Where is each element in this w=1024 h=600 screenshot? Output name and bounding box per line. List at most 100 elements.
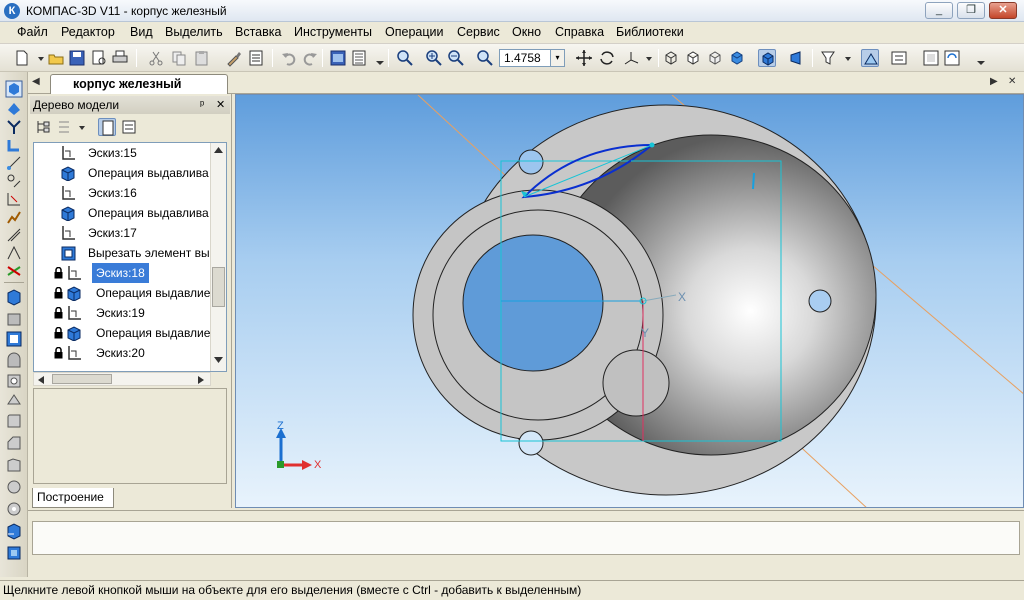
pan-icon[interactable] — [575, 49, 593, 67]
rotate-icon[interactable] — [598, 49, 616, 67]
bolt-hole[interactable] — [808, 289, 832, 313]
bolt-hole[interactable] — [518, 430, 544, 456]
menu-operations[interactable]: Операции — [385, 25, 443, 39]
shaded-icon[interactable] — [728, 49, 746, 67]
tree-item-selected[interactable]: Эскиз:18 — [34, 263, 210, 283]
menu-view[interactable]: Вид — [130, 25, 153, 39]
perspective-icon[interactable] — [788, 49, 806, 67]
hidden-lines-icon[interactable] — [684, 49, 702, 67]
thin-hidden-icon[interactable] — [706, 49, 724, 67]
constraints-icon[interactable] — [5, 262, 23, 280]
shaded-edges-icon[interactable] — [758, 49, 776, 67]
zoom-out-icon[interactable] — [447, 49, 465, 67]
menu-select[interactable]: Выделить — [165, 25, 223, 39]
small-boss[interactable] — [602, 349, 670, 417]
tree-order-dropdown-icon[interactable] — [74, 118, 92, 136]
tree-view-icon[interactable] — [98, 118, 116, 136]
scroll-down-icon[interactable] — [214, 357, 223, 363]
tree-item[interactable]: Операция выдавлие — [34, 323, 210, 343]
menu-insert[interactable]: Вставка — [235, 25, 281, 39]
tree-item[interactable]: Операция выдавлие — [34, 283, 210, 303]
kinematic-operation-icon[interactable] — [5, 330, 23, 348]
properties-brush-icon[interactable] — [225, 49, 243, 67]
tree-order-icon[interactable] — [56, 118, 74, 136]
property-panel-content[interactable] — [32, 521, 1020, 555]
angle-icon[interactable] — [5, 244, 23, 262]
editing-icon[interactable] — [5, 100, 23, 118]
insert-component-icon[interactable] — [5, 522, 23, 540]
redo-icon[interactable] — [301, 49, 319, 67]
geometry-icon[interactable] — [5, 80, 23, 98]
menu-libraries[interactable]: Библиотеки — [616, 25, 684, 39]
menu-window[interactable]: Окно — [512, 25, 541, 39]
model-canvas[interactable]: X Y Z X — [236, 95, 1024, 508]
shell-icon[interactable] — [5, 456, 23, 474]
document-properties-icon[interactable] — [247, 49, 265, 67]
rib-icon[interactable] — [5, 478, 23, 496]
tree-item[interactable]: Операция выдавлива — [34, 163, 210, 183]
wireframe-icon[interactable] — [662, 49, 680, 67]
zoom-window-icon[interactable] — [396, 49, 414, 67]
tab-document[interactable]: корпус железный — [50, 74, 228, 94]
library-manager-icon[interactable] — [922, 49, 940, 67]
measure-icon[interactable] — [5, 226, 23, 244]
restore-button[interactable]: ❐ — [957, 2, 985, 19]
zoom-in-icon[interactable] — [425, 49, 443, 67]
filter-dropdown-icon[interactable] — [840, 49, 858, 67]
scroll-left-icon[interactable] — [38, 376, 44, 384]
cut-rotate-icon[interactable] — [5, 392, 23, 410]
snap-icon[interactable] — [861, 49, 879, 67]
arrays-icon[interactable] — [5, 154, 23, 172]
mate-icon[interactable] — [5, 544, 23, 562]
hscroll-thumb[interactable] — [52, 374, 112, 384]
menu-tools[interactable]: Инструменты — [294, 25, 372, 39]
spatial-curves-icon[interactable] — [5, 118, 23, 136]
bolt-hole[interactable] — [518, 149, 544, 175]
close-button[interactable]: ✕ — [989, 2, 1017, 19]
cut-extrude-icon[interactable] — [5, 372, 23, 390]
minimize-button[interactable]: _ — [925, 2, 953, 19]
tree-item[interactable]: Эскиз:17 — [34, 223, 210, 243]
filter-icon[interactable] — [820, 49, 838, 67]
orientation-dropdown-icon[interactable] — [641, 49, 659, 67]
surfaces-icon[interactable] — [5, 136, 23, 154]
manager-icon[interactable] — [329, 49, 347, 67]
tree-item[interactable]: Эскиз:16 — [34, 183, 210, 203]
toolbar-overflow-icon[interactable] — [972, 49, 990, 67]
print-icon[interactable] — [111, 49, 129, 67]
tabs-scroll-right-icon[interactable]: ▶ — [990, 76, 998, 87]
save-icon[interactable] — [68, 49, 86, 67]
scroll-right-icon[interactable] — [198, 376, 204, 384]
copy-icon[interactable] — [170, 49, 188, 67]
print-preview-icon[interactable] — [90, 49, 108, 67]
tree-properties-icon[interactable] — [120, 118, 138, 136]
orientation-icon[interactable] — [622, 49, 640, 67]
toolbar-more-icon[interactable] — [371, 49, 389, 67]
params-icon[interactable] — [890, 49, 908, 67]
open-folder-icon[interactable] — [47, 49, 65, 67]
zoom-scale-field[interactable]: 1.4758 — [499, 49, 551, 67]
chamfer-icon[interactable] — [5, 434, 23, 452]
model-tree-list[interactable]: Эскиз:15 Операция выдавлива Эскиз:16 Опе… — [33, 142, 227, 372]
designations-icon[interactable] — [5, 208, 23, 226]
rotate-operation-icon[interactable] — [5, 310, 23, 328]
dimensions-icon[interactable] — [5, 190, 23, 208]
loft-operation-icon[interactable] — [5, 352, 23, 370]
menu-edit[interactable]: Редактор — [61, 25, 115, 39]
hole-icon[interactable] — [5, 500, 23, 518]
paste-icon[interactable] — [193, 49, 211, 67]
tree-item[interactable]: Вырезать элемент вы — [34, 243, 210, 263]
tree-item[interactable]: Эскиз:20 — [34, 343, 210, 363]
calc-icon[interactable] — [350, 49, 368, 67]
tree-item[interactable]: Эскиз:19 — [34, 303, 210, 323]
tree-vertical-scrollbar[interactable] — [210, 143, 226, 371]
extrude-operation-icon[interactable] — [5, 288, 23, 306]
scroll-thumb[interactable] — [212, 267, 225, 307]
cut-icon[interactable] — [147, 49, 165, 67]
fillet-icon[interactable] — [5, 412, 23, 430]
refresh-icon[interactable] — [943, 49, 961, 67]
tree-item[interactable]: Операция выдавлива — [34, 203, 210, 223]
tree-horizontal-scrollbar[interactable] — [33, 372, 211, 386]
main-bore-hole[interactable] — [462, 234, 604, 372]
tabs-scroll-left-icon[interactable]: ◀ — [32, 76, 40, 87]
